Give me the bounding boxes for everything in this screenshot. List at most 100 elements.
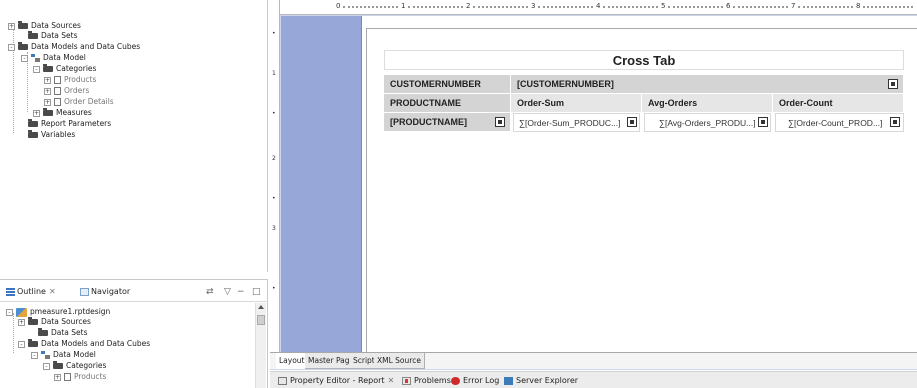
- tree-item-label: Data Models and Data Cubes: [41, 339, 151, 348]
- outline-scrollbar[interactable]: [255, 303, 266, 388]
- view-menu-icon[interactable]: ▽: [224, 286, 231, 298]
- crosstab-cell[interactable]: [CUSTOMERNUMBER]: [511, 75, 904, 94]
- collapse-icon[interactable]: -: [43, 362, 50, 370]
- tab-layout[interactable]: Layout: [276, 353, 309, 369]
- layout-editor: • 1 • 2 • 3 • 0 1 2 3 4 5 6 7 8 Cross Ta…: [270, 0, 917, 370]
- crosstab-cell[interactable]: PRODUCTNAME: [384, 94, 511, 113]
- ruler-number: 0: [336, 2, 341, 10]
- report-page[interactable]: Cross Tab CUSTOMERNUMBER [CUSTOMERNUMBER…: [361, 16, 917, 352]
- crosstab-data-row: [PRODUCTNAME] ∑[Order-Sum_PRODUC...] ∑[A…: [384, 113, 904, 132]
- tab-label: Navigator: [91, 287, 131, 296]
- tree-item-orders[interactable]: + Orders: [44, 85, 89, 96]
- tree-item-data-model[interactable]: - Data Model: [21, 52, 86, 63]
- cell-handle-icon[interactable]: [888, 79, 898, 89]
- collapse-icon[interactable]: -: [6, 308, 13, 316]
- ruler-number: 7: [791, 2, 796, 10]
- outline-item-data-models-and-data-cubes[interactable]: - Data Models and Data Cubes: [18, 338, 150, 349]
- outline-item-data-sets[interactable]: Data Sets: [28, 327, 88, 338]
- ruler-ticks: [863, 6, 913, 9]
- scroll-thumb[interactable]: [257, 315, 265, 325]
- tree-item-data-models-and-data-cubes[interactable]: - Data Models and Data Cubes: [8, 41, 140, 52]
- ruler-ticks: [473, 6, 528, 9]
- maximize-icon[interactable]: □: [252, 286, 261, 298]
- crosstab-cell[interactable]: Order-Sum: [511, 94, 642, 113]
- outline-icon: [6, 287, 15, 296]
- property-editor-icon: [278, 376, 287, 385]
- expand-icon[interactable]: +: [44, 98, 51, 106]
- ruler-ticks: [668, 6, 723, 9]
- ruler-number: 5: [661, 2, 666, 10]
- document-icon: [54, 87, 61, 95]
- ruler-ticks: [603, 6, 658, 9]
- folder-icon: [38, 328, 48, 336]
- cell-handle-icon[interactable]: [758, 117, 768, 127]
- navigator-icon: [80, 287, 89, 296]
- tree-item-report-parameters[interactable]: Report Parameters: [18, 118, 111, 129]
- tab-property-editor[interactable]: Property Editor - Report ✕: [278, 375, 394, 387]
- cell-handle-icon[interactable]: [890, 117, 900, 127]
- folder-icon: [28, 339, 38, 347]
- expand-icon[interactable]: +: [18, 318, 25, 326]
- collapse-icon[interactable]: -: [21, 54, 28, 62]
- crosstab-cell[interactable]: CUSTOMERNUMBER: [384, 75, 511, 94]
- crosstab-cell[interactable]: Avg-Orders: [642, 94, 773, 113]
- tab-error-log[interactable]: Error Log: [451, 375, 499, 387]
- vertical-ruler: • 1 • 2 • 3 •: [270, 0, 280, 352]
- link-with-editor-icon[interactable]: ⇄: [206, 286, 214, 298]
- expand-icon[interactable]: +: [54, 373, 61, 381]
- close-icon[interactable]: ✕: [388, 376, 395, 385]
- crosstab-cell[interactable]: ∑[Order-Count_PROD...]: [775, 113, 904, 132]
- tree-item-variables[interactable]: Variables: [18, 129, 75, 140]
- ruler-mark: •: [272, 285, 276, 292]
- collapse-icon[interactable]: -: [18, 340, 25, 348]
- expand-icon[interactable]: +: [44, 87, 51, 95]
- tree-item-data-sets[interactable]: Data Sets: [18, 30, 78, 41]
- tree-item-label: Data Sources: [31, 21, 81, 30]
- document-icon: [64, 373, 71, 381]
- outline-item-data-sources[interactable]: + Data Sources: [18, 316, 91, 327]
- minimize-icon[interactable]: −: [237, 286, 245, 298]
- tab-server-explorer[interactable]: Server Explorer: [504, 375, 578, 387]
- ruler-ticks: [538, 6, 593, 9]
- outline-panel: Outline ✕ Navigator ⇄ ▽ − □ - pmeasure1.rp…: [0, 279, 268, 388]
- cell-text: PRODUCTNAME: [390, 98, 461, 108]
- ruler-number: 4: [596, 2, 601, 10]
- outline-item-categories[interactable]: - Categories: [43, 360, 106, 371]
- crosstab-title[interactable]: Cross Tab: [384, 50, 904, 70]
- expand-icon[interactable]: +: [8, 22, 15, 30]
- crosstab-cell[interactable]: ∑[Order-Sum_PRODUC...]: [513, 113, 640, 132]
- ruler-number: 2: [466, 2, 471, 10]
- tab-navigator[interactable]: Navigator: [80, 286, 130, 298]
- tree-item-order-details[interactable]: + Order Details: [44, 96, 114, 107]
- collapse-icon[interactable]: -: [31, 351, 38, 359]
- tab-outline[interactable]: Outline ✕: [6, 286, 56, 298]
- crosstab-cell[interactable]: Order-Count: [773, 94, 904, 113]
- expand-icon[interactable]: +: [33, 109, 40, 117]
- bottom-views-bar: Property Editor - Report ✕ Problems Error…: [270, 371, 917, 388]
- scroll-up-icon[interactable]: [258, 305, 264, 309]
- tree-item-categories[interactable]: - Categories: [33, 63, 96, 74]
- cell-text: [CUSTOMERNUMBER]: [517, 79, 614, 89]
- expand-icon[interactable]: +: [44, 76, 51, 84]
- collapse-icon[interactable]: -: [8, 43, 15, 51]
- outline-item-products[interactable]: + Products: [54, 371, 106, 382]
- ruler-ticks: [408, 6, 463, 9]
- cell-text: CUSTOMERNUMBER: [390, 79, 481, 89]
- crosstab-cell[interactable]: [PRODUCTNAME]: [384, 113, 511, 132]
- ruler-number: 3: [531, 2, 536, 10]
- outline-item-data-model[interactable]: - Data Model: [31, 349, 96, 360]
- tree-item-measures[interactable]: + Measures: [33, 107, 92, 118]
- tree-item-label: Order Details: [64, 97, 114, 106]
- cell-text: [PRODUCTNAME]: [390, 117, 467, 127]
- crosstab-cell[interactable]: ∑[Avg-Orders_PRODU...]: [644, 113, 771, 132]
- cell-handle-icon[interactable]: [627, 117, 637, 127]
- tab-xml-source[interactable]: XML Source: [374, 353, 425, 369]
- tree-item-products[interactable]: + Products: [44, 74, 96, 85]
- collapse-icon[interactable]: -: [33, 65, 40, 73]
- tab-problems[interactable]: Problems: [402, 375, 451, 387]
- tree-item-label: pmeasure1.rptdesign: [30, 307, 111, 316]
- cell-handle-icon[interactable]: [495, 117, 505, 127]
- close-icon[interactable]: ✕: [49, 287, 56, 296]
- tree-item-label: Data Sets: [41, 31, 78, 40]
